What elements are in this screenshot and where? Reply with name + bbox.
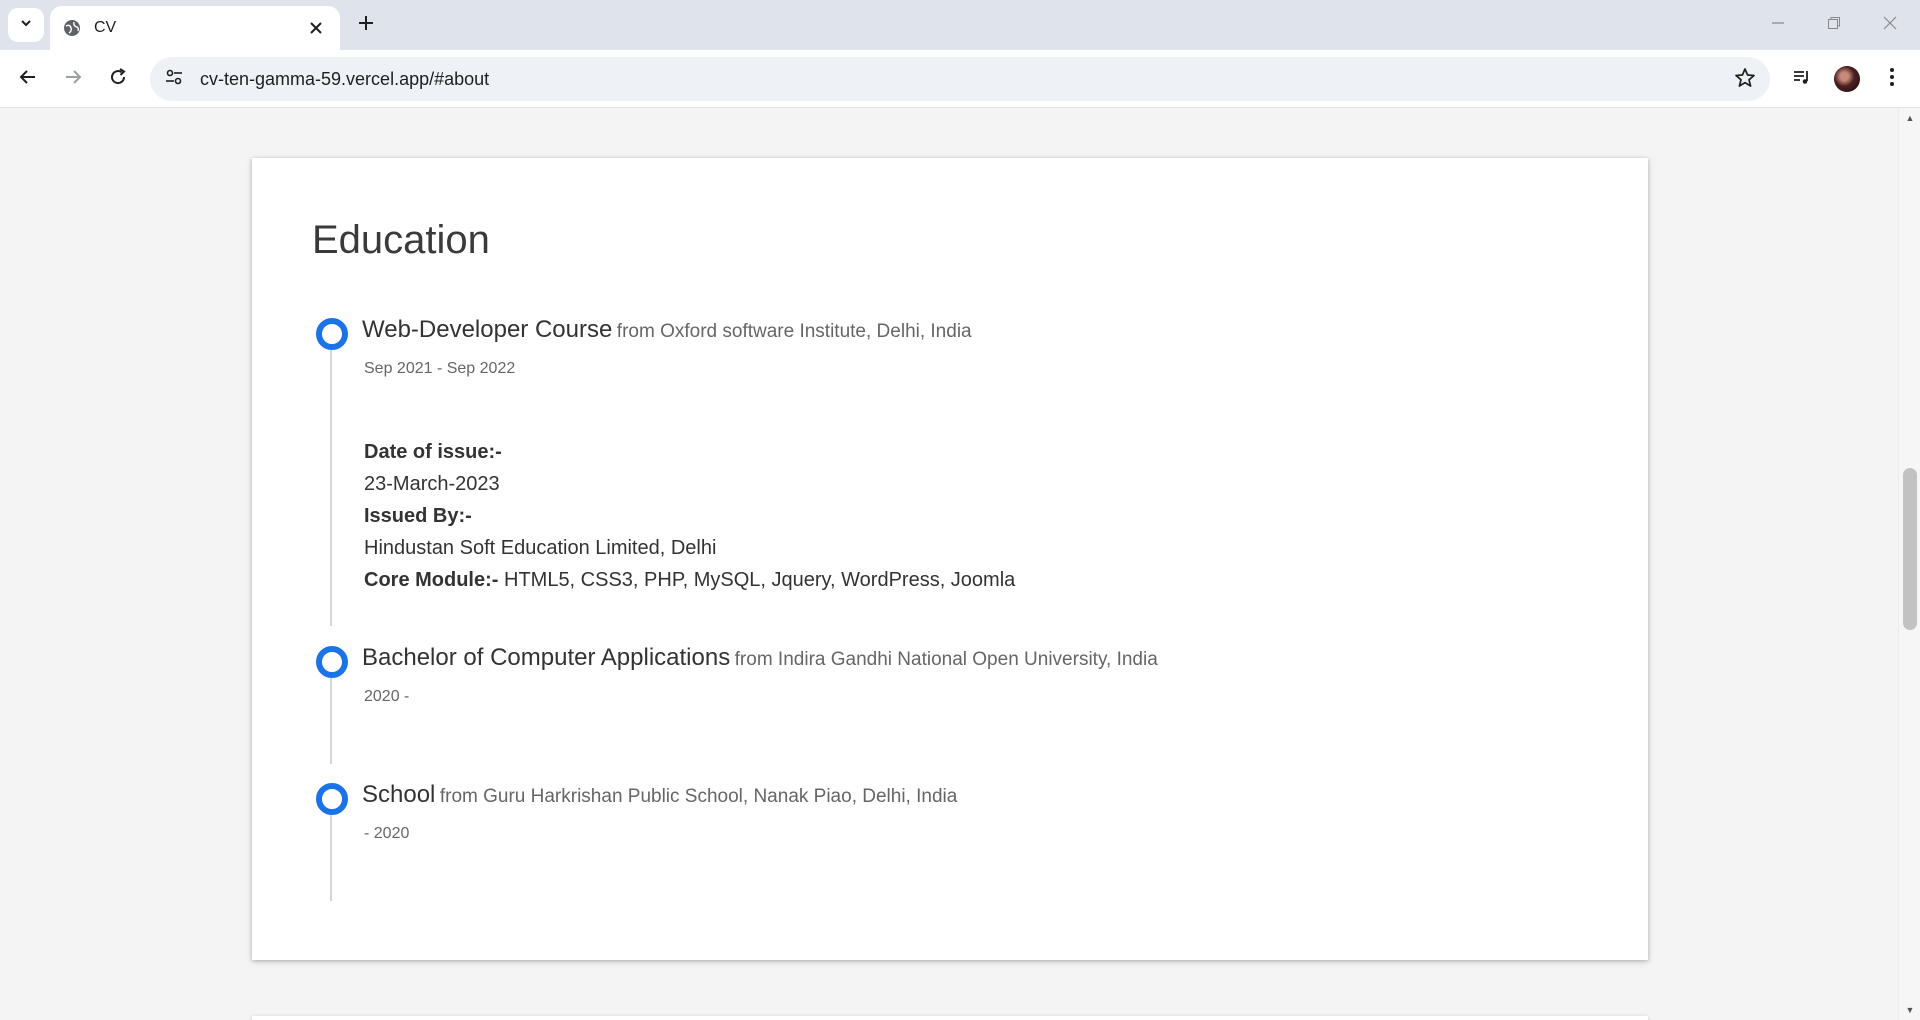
back-button[interactable] <box>10 61 46 97</box>
entry-details: Date of issue:- 23-March-2023 Issued By:… <box>364 436 1015 596</box>
entry-heading: School from Guru Harkrishan Public Schoo… <box>362 781 957 809</box>
date-of-issue-label: Date of issue:- <box>364 441 502 463</box>
scroll-down-arrow-icon[interactable]: ▼ <box>1904 1004 1916 1016</box>
new-tab-button[interactable] <box>352 11 380 39</box>
reload-icon <box>108 67 128 92</box>
entry-institution: from Guru Harkrishan Public School, Nana… <box>439 786 958 807</box>
page-viewport: Education Web-Developer Course from Oxfo… <box>0 108 1898 1020</box>
entry-date: Sep 2021 - Sep 2022 <box>364 360 516 377</box>
tab-title: CV <box>94 19 117 36</box>
close-window-button[interactable] <box>1862 0 1918 50</box>
tab-search-button[interactable] <box>8 8 44 42</box>
reload-button[interactable] <box>100 61 136 97</box>
timeline-line <box>330 815 332 901</box>
education-entry-school: School from Guru Harkrishan Public Schoo… <box>312 781 1612 901</box>
timeline-dot <box>316 783 348 815</box>
entry-date: - 2020 <box>364 825 410 842</box>
timeline-line <box>330 678 332 764</box>
close-icon <box>1883 16 1897 35</box>
arrow-right-icon <box>63 67 83 92</box>
scroll-thumb[interactable] <box>1903 468 1917 630</box>
forward-button[interactable] <box>55 61 91 97</box>
plus-icon <box>358 15 374 36</box>
close-tab-icon[interactable] <box>304 16 328 40</box>
entry-date: 2020 - <box>364 688 410 705</box>
bookmark-star-icon[interactable] <box>1734 67 1756 94</box>
site-settings-icon[interactable] <box>164 67 184 92</box>
minimize-button[interactable] <box>1750 0 1806 50</box>
education-card: Education Web-Developer Course from Oxfo… <box>252 158 1648 960</box>
browser-tab[interactable]: CV <box>50 6 340 50</box>
url-text[interactable]: cv-ten-gamma-59.vercel.app/#about <box>200 69 489 90</box>
entry-institution: from Indira Gandhi National Open Univers… <box>734 649 1158 670</box>
entry-heading: Bachelor of Computer Applications from I… <box>362 644 1158 672</box>
playlist-icon <box>1792 67 1812 92</box>
restore-button[interactable] <box>1806 0 1862 50</box>
education-entry-web-developer: Web-Developer Course from Oxford softwar… <box>312 316 1612 626</box>
arrow-left-icon <box>18 67 38 92</box>
core-module-value: HTML5, CSS3, PHP, MySQL, Jquery, WordPre… <box>498 569 1016 591</box>
core-module-line: Core Module:- HTML5, CSS3, PHP, MySQL, J… <box>364 564 1015 596</box>
page-scrollbar[interactable]: ▲ ▼ <box>1898 108 1920 1020</box>
menu-button[interactable] <box>1874 61 1910 97</box>
tab-strip: CV <box>0 0 1920 50</box>
date-of-issue-value: 23-March-2023 <box>364 473 500 495</box>
entry-heading: Web-Developer Course from Oxford softwar… <box>362 316 972 344</box>
section-title: Education <box>312 218 490 262</box>
globe-icon <box>62 18 82 38</box>
entry-institution: from Oxford software Institute, Delhi, I… <box>616 321 972 342</box>
entry-title: School <box>362 781 436 808</box>
timeline-dot <box>316 646 348 678</box>
restore-icon <box>1827 16 1841 35</box>
media-controls-button[interactable] <box>1784 61 1820 97</box>
browser-toolbar: cv-ten-gamma-59.vercel.app/#about <box>0 50 1920 108</box>
issued-by-label: Issued By:- <box>364 505 472 527</box>
avatar <box>1834 66 1860 92</box>
more-vertical-icon <box>1889 67 1895 92</box>
entry-title: Bachelor of Computer Applications <box>362 644 731 671</box>
education-entry-bca: Bachelor of Computer Applications from I… <box>312 644 1612 764</box>
issued-by-value: Hindustan Soft Education Limited, Delhi <box>364 537 717 559</box>
minimize-icon <box>1771 16 1785 35</box>
profile-button[interactable] <box>1829 61 1865 97</box>
timeline-dot <box>316 318 348 350</box>
timeline-line <box>330 350 332 626</box>
scroll-up-arrow-icon[interactable]: ▲ <box>1904 112 1916 124</box>
entry-title: Web-Developer Course <box>362 316 613 343</box>
core-module-label: Core Module:- <box>364 569 499 591</box>
next-section-card <box>252 1016 1648 1020</box>
chevron-down-icon <box>19 16 33 35</box>
address-bar[interactable]: cv-ten-gamma-59.vercel.app/#about <box>150 57 1770 101</box>
